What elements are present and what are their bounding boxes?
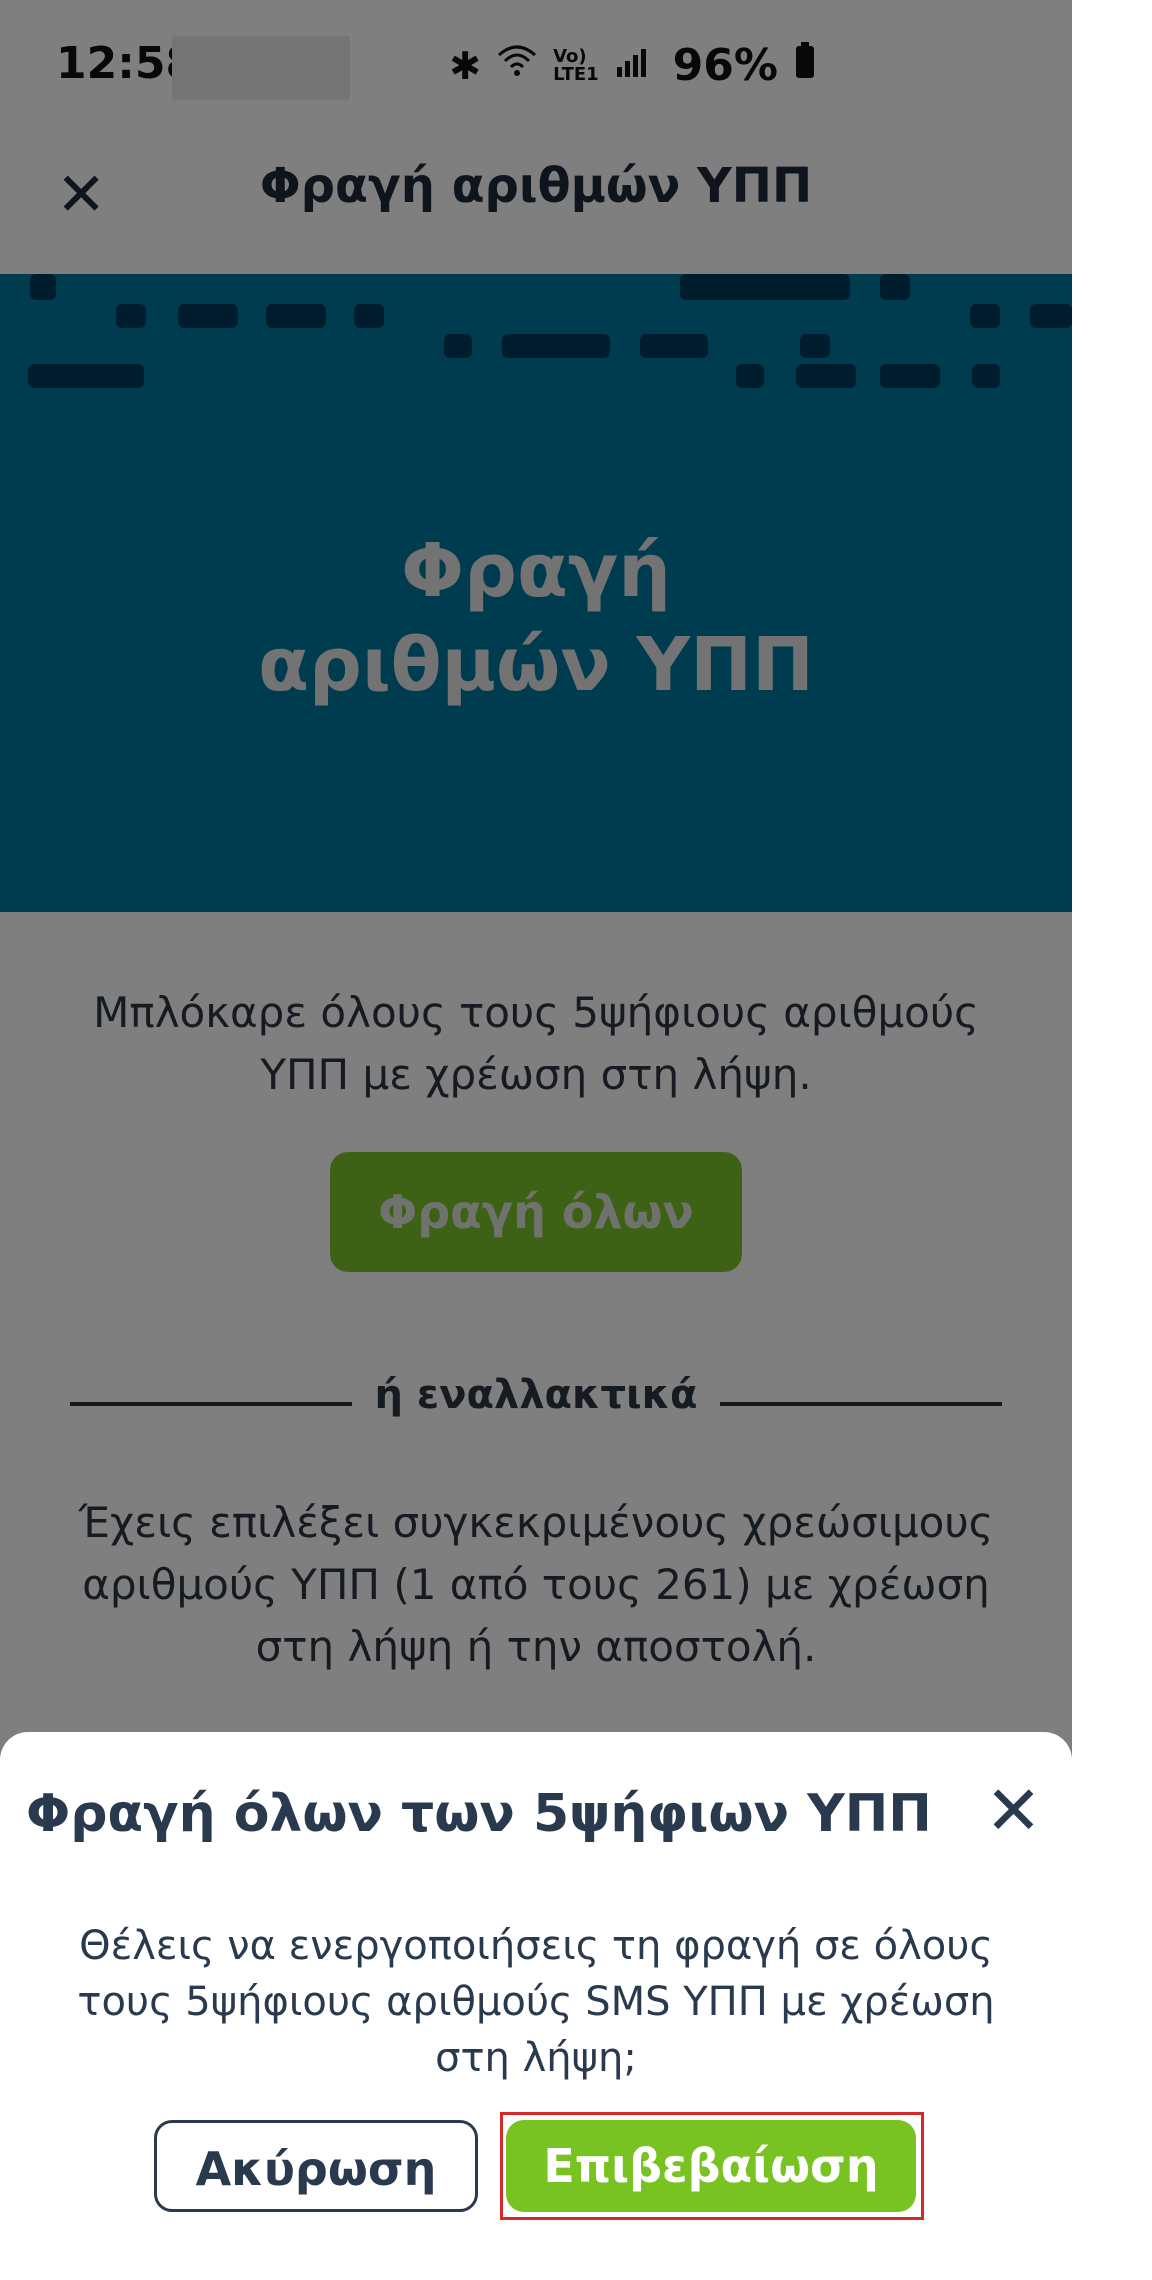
dialog-title: Φραγή όλων των 5ψήφιων ΥΠΠ xyxy=(26,1784,932,1844)
confirm-button-highlight xyxy=(500,2112,924,2220)
app-screen: 12:58 ✱ Vo)LTE1 96% xyxy=(0,0,1072,2280)
close-icon[interactable]: ✕ xyxy=(985,1772,1042,1851)
confirm-bottom-sheet: Φραγή όλων των 5ψήφιων ΥΠΠ ✕ Θέλεις να ε… xyxy=(0,1732,1072,2280)
dialog-message: Θέλεις να ενεργοποιήσεις τη φραγή σε όλο… xyxy=(77,1923,995,2081)
cancel-button[interactable]: Ακύρωση xyxy=(154,2120,478,2212)
